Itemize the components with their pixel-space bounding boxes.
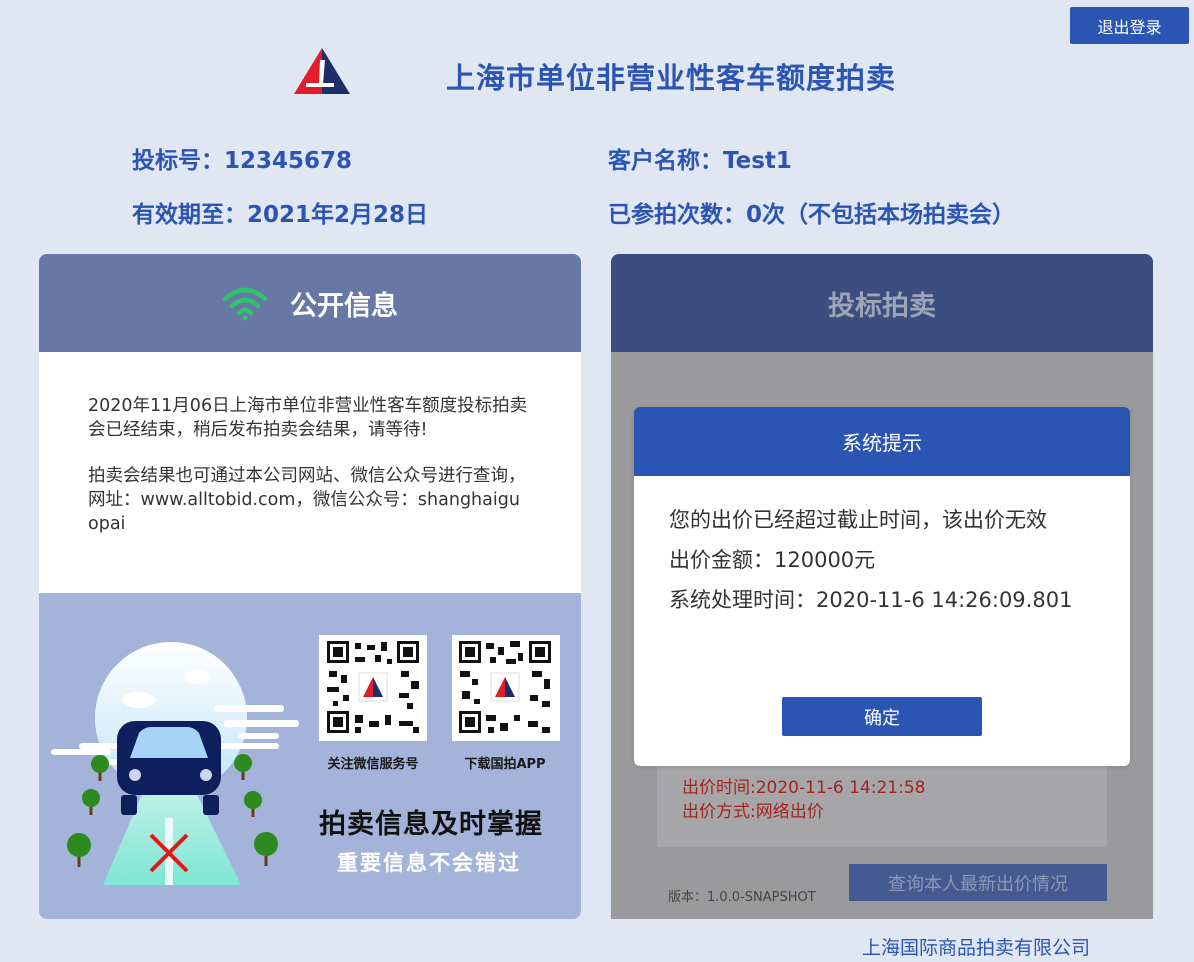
dialog-message: 您的出价已经超过截止时间，该出价无效 [669, 508, 1047, 532]
promo-banner: 关注微信服务号 下载国拍APP 拍卖信息及时掌握 重要信息不会错过 [39, 593, 581, 919]
query-latest-bid-button[interactable]: 查询本人最新出价情况 [849, 864, 1107, 901]
wechat-qr-caption: 关注微信服务号 [327, 757, 419, 772]
promo-subslogan: 重要信息不会错过 [337, 851, 521, 875]
app-qr-caption: 下载国拍APP [464, 757, 546, 772]
bid-method: 出价方式:网络出价 [682, 802, 824, 822]
qr-code-icon [327, 641, 419, 733]
wifi-icon [222, 287, 268, 321]
dialog-title: 系统提示 [634, 407, 1130, 476]
bid-record-card: 出价时间:2020-11-6 14:21:58 出价方式:网络出价 [657, 759, 1107, 847]
notice-body: 2020年11月06日上海市单位非营业性客车额度投标拍卖会已经结束，稍后发布拍卖… [39, 352, 581, 593]
logout-button[interactable]: 退出登录 [1070, 7, 1189, 44]
valid-until: 有效期至：2021年2月28日 [132, 202, 429, 228]
company-name: 上海国际商品拍卖有限公司 [862, 937, 1091, 959]
qr-code-icon [459, 641, 551, 733]
notice-paragraph-2: 拍卖会结果也可通过本公司网站、微信公众号进行查询，网址：www.alltobid… [88, 466, 526, 534]
app-download-qr-code [452, 635, 560, 741]
bidding-header: 投标拍卖 [611, 254, 1153, 352]
confirm-button[interactable]: 确定 [782, 697, 982, 736]
participation-count: 已参拍次数：0次（不包括本场拍卖会） [608, 202, 1016, 228]
car-illustration [51, 642, 299, 885]
notice-paragraph-1: 2020年11月06日上海市单位非营业性客车额度投标拍卖会已经结束，稍后发布拍卖… [88, 396, 528, 440]
public-info-header: 公开信息 [39, 254, 581, 352]
page-title: 上海市单位非营业性客车额度拍卖 [446, 61, 897, 95]
wechat-qr-code [319, 635, 427, 741]
dialog-bid-amount: 出价金额：120000元 [669, 548, 876, 572]
version-label: 版本：1.0.0-SNAPSHOT [668, 890, 816, 905]
customer-name: 客户名称：Test1 [608, 148, 792, 174]
bid-time: 出价时间:2020-11-6 14:21:58 [682, 778, 926, 798]
public-info-title: 公开信息 [290, 290, 398, 322]
promo-slogan: 拍卖信息及时掌握 [319, 809, 543, 840]
bidding-title: 投标拍卖 [828, 290, 936, 322]
system-prompt-dialog: 系统提示 您的出价已经超过截止时间，该出价无效 出价金额：120000元 系统处… [634, 407, 1130, 766]
bid-number: 投标号：12345678 [132, 148, 353, 174]
dialog-process-time: 系统处理时间：2020-11-6 14:26:09.801 [669, 588, 1073, 612]
auction-logo-icon [294, 48, 350, 94]
public-info-panel: 公开信息 2020年11月06日上海市单位非营业性客车额度投标拍卖会已经结束，稍… [39, 254, 581, 919]
